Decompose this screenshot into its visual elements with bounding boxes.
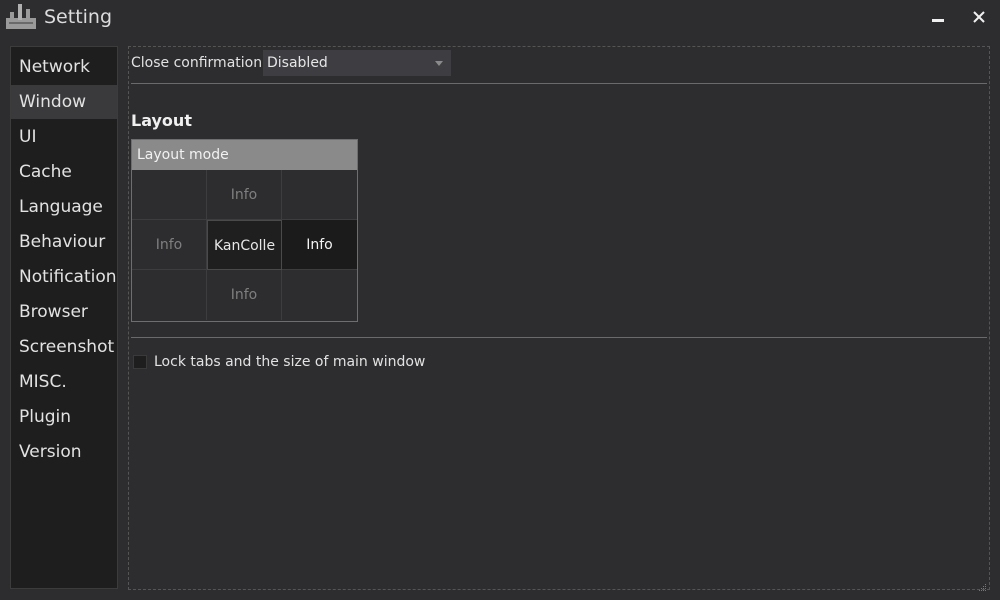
layout-cell-bottom[interactable]: Info xyxy=(207,270,282,320)
settings-window: Setting Network Window UI Cache Language… xyxy=(0,0,1000,600)
sidebar-item-network[interactable]: Network xyxy=(11,50,117,84)
close-confirmation-value: Disabled xyxy=(267,55,328,71)
minimize-icon xyxy=(932,19,944,22)
divider xyxy=(131,83,987,84)
close-confirmation-label: Close confirmation xyxy=(131,55,263,71)
layout-cell-right[interactable]: Info xyxy=(282,220,357,270)
sidebar-item-misc[interactable]: MISC. xyxy=(11,365,117,399)
settings-content-panel: Close confirmation Disabled Layout Layou… xyxy=(128,46,990,591)
layout-mode-header: Layout mode xyxy=(132,140,357,170)
title-bar[interactable]: Setting xyxy=(0,0,1000,38)
layout-cell-left[interactable]: Info xyxy=(132,220,207,270)
minimize-button[interactable] xyxy=(925,4,951,30)
layout-cell-top-left[interactable] xyxy=(132,170,207,220)
lock-tabs-label: Lock tabs and the size of main window xyxy=(154,354,426,370)
close-button[interactable] xyxy=(966,4,992,30)
sidebar-item-notification[interactable]: Notification xyxy=(11,260,117,294)
close-icon xyxy=(973,11,985,23)
resize-grip-icon[interactable] xyxy=(977,577,987,591)
sidebar-item-version[interactable]: Version xyxy=(11,435,117,469)
divider xyxy=(131,337,987,338)
layout-section-title: Layout xyxy=(131,111,192,130)
layout-cell-center: KanColle xyxy=(207,220,282,270)
sidebar-item-screenshot[interactable]: Screenshot xyxy=(11,330,117,364)
sidebar-item-ui[interactable]: UI xyxy=(11,120,117,154)
window-title: Setting xyxy=(44,6,113,28)
sidebar-item-cache[interactable]: Cache xyxy=(11,155,117,189)
layout-cell-top-right[interactable] xyxy=(282,170,357,220)
sidebar-item-window[interactable]: Window xyxy=(11,85,117,119)
sidebar-item-browser[interactable]: Browser xyxy=(11,295,117,329)
layout-mode-selector: Layout mode Info Info KanColle Info Info xyxy=(131,139,358,322)
sidebar-item-behaviour[interactable]: Behaviour xyxy=(11,225,117,259)
chevron-down-icon xyxy=(435,61,443,66)
settings-sidebar: Network Window UI Cache Language Behavio… xyxy=(10,46,118,589)
sidebar-item-plugin[interactable]: Plugin xyxy=(11,400,117,434)
layout-cell-top[interactable]: Info xyxy=(207,170,282,220)
sidebar-item-language[interactable]: Language xyxy=(11,190,117,224)
app-icon xyxy=(6,4,36,30)
layout-cell-bottom-right[interactable] xyxy=(282,270,357,320)
lock-tabs-checkbox[interactable] xyxy=(133,355,147,369)
close-confirmation-dropdown[interactable]: Disabled xyxy=(263,50,451,76)
layout-cell-bottom-left[interactable] xyxy=(132,270,207,320)
